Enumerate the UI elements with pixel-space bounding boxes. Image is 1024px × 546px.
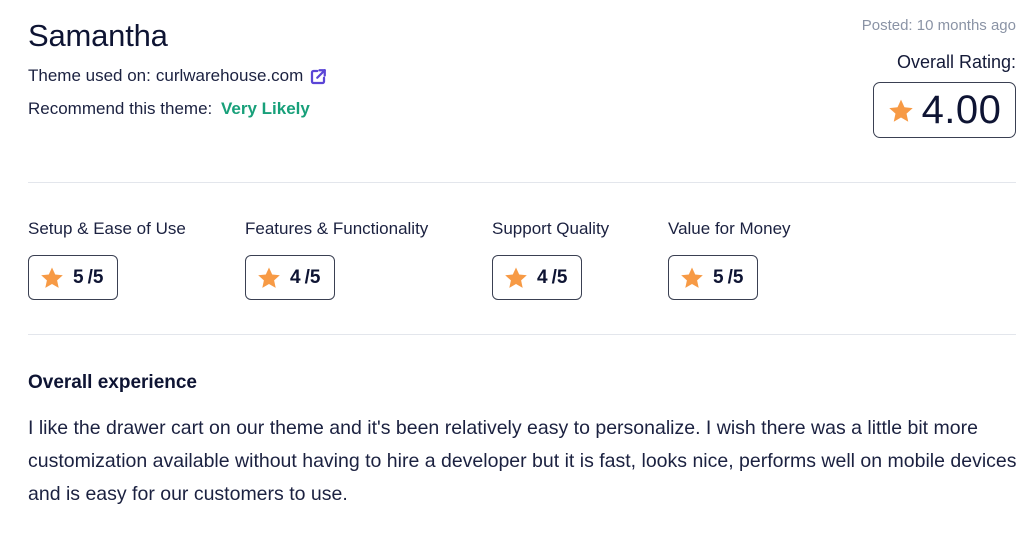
review-card: Samantha Theme used on: curlwarehouse.co…: [0, 0, 1024, 546]
category-score: 4: [290, 266, 301, 288]
posted-date: Posted: 10 months ago: [861, 17, 1016, 34]
divider: [28, 334, 1016, 335]
category-score-max: /5: [727, 266, 744, 288]
category-features-functionality: Features & Functionality 4 /5: [245, 219, 428, 300]
theme-used-row: Theme used on: curlwarehouse.com: [28, 66, 327, 86]
category-label: Features & Functionality: [245, 219, 429, 238]
star-icon: [258, 267, 280, 288]
category-label: Setup & Ease of Use: [28, 219, 186, 238]
external-link-icon[interactable]: [309, 68, 327, 86]
category-score: 4: [537, 266, 548, 288]
overall-rating-value: 4.00: [921, 87, 1002, 132]
divider: [28, 182, 1016, 183]
category-score-max: /5: [87, 266, 104, 288]
star-icon: [505, 267, 527, 288]
overall-rating-badge: 4.00: [873, 82, 1016, 138]
theme-used-label: Theme used on:: [28, 66, 151, 85]
theme-used-site-link[interactable]: curlwarehouse.com: [156, 66, 303, 86]
category-score: 5: [73, 266, 84, 288]
category-score-badge: 4 /5: [245, 255, 336, 300]
recommend-label: Recommend this theme:: [28, 99, 213, 118]
star-icon: [41, 267, 63, 288]
category-score-badge: 5 /5: [28, 255, 119, 300]
category-score-max: /5: [304, 266, 321, 288]
category-score-max: /5: [551, 266, 568, 288]
category-score: 5: [713, 266, 724, 288]
category-score-badge: 4 /5: [492, 255, 583, 300]
experience-title: Overall experience: [28, 372, 197, 393]
category-value-for-money: Value for Money 5 /5: [668, 219, 791, 300]
recommend-value: Very Likely: [220, 99, 310, 118]
star-icon: [681, 267, 703, 288]
recommend-row: Recommend this theme: Very Likely: [28, 99, 310, 119]
category-score-badge: 5 /5: [668, 255, 759, 300]
category-label: Value for Money: [668, 219, 791, 238]
star-icon: [888, 99, 913, 122]
category-support-quality: Support Quality 4 /5: [492, 219, 609, 300]
category-label: Support Quality: [492, 219, 610, 238]
category-setup-ease-of-use: Setup & Ease of Use 5 /5: [28, 219, 186, 300]
experience-body: I like the drawer cart on our theme and …: [28, 417, 1017, 505]
overall-rating-label: Overall Rating:: [896, 52, 1016, 72]
reviewer-name: Samantha: [28, 18, 168, 53]
